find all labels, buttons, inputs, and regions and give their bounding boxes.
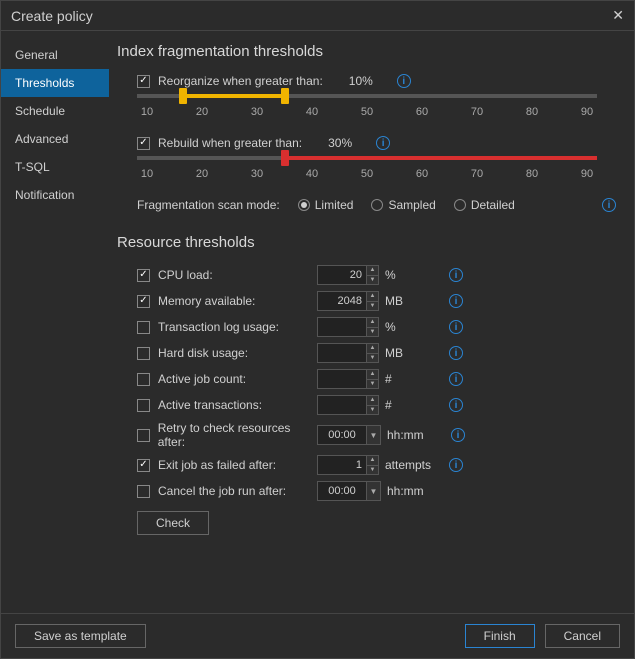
scan-mode-row: Fragmentation scan mode: Limited Sampled… <box>137 198 616 212</box>
trans-input[interactable] <box>317 395 367 415</box>
cancel-button[interactable]: Cancel <box>545 624 620 648</box>
cancel-row: Cancel the job run after: 00:00 ▼ hh:mm <box>117 481 616 501</box>
memory-input[interactable]: 2048 <box>317 291 367 311</box>
chevron-down-icon[interactable]: ▼ <box>367 425 381 445</box>
rebuild-value: 30% <box>328 136 368 150</box>
rebuild-slider[interactable]: 10 20 30 40 50 60 70 80 90 <box>137 156 616 180</box>
reorganize-checkbox[interactable] <box>137 75 150 88</box>
dialog-title: Create policy <box>11 8 93 24</box>
check-button[interactable]: Check <box>137 511 209 535</box>
cpu-input[interactable]: 20 <box>317 265 367 285</box>
titlebar: Create policy ✕ <box>1 1 634 31</box>
sidebar-item-notification[interactable]: Notification <box>1 181 109 209</box>
exit-checkbox[interactable] <box>137 459 150 472</box>
info-icon[interactable] <box>449 294 463 308</box>
resource-section-title: Resource thresholds <box>117 234 616 251</box>
reorganize-value: 10% <box>349 74 389 88</box>
reorganize-label: Reorganize when greater than: <box>158 74 323 88</box>
chevron-down-icon[interactable]: ▼ <box>367 481 381 501</box>
reorganize-handle-low[interactable] <box>179 88 187 104</box>
retry-row: Retry to check resources after: 00:00 ▼ … <box>117 421 616 449</box>
jobs-input[interactable] <box>317 369 367 389</box>
memory-checkbox[interactable] <box>137 295 150 308</box>
retry-input[interactable]: 00:00 <box>317 425 367 445</box>
check-button-row: Check <box>117 511 616 535</box>
content-panel: Index fragmentation thresholds Reorganiz… <box>109 31 634 613</box>
save-template-button[interactable]: Save as template <box>15 624 146 648</box>
exit-row: Exit job as failed after: 1 ▲▼ attempts <box>117 455 616 475</box>
exit-input[interactable]: 1 <box>317 455 367 475</box>
close-icon[interactable]: ✕ <box>612 7 624 24</box>
sidebar-item-tsql[interactable]: T-SQL <box>1 153 109 181</box>
info-icon[interactable] <box>449 268 463 282</box>
info-icon[interactable] <box>449 346 463 360</box>
trans-row: Active transactions: ▲▼ # <box>117 395 616 415</box>
jobs-row: Active job count: ▲▼ # <box>117 369 616 389</box>
trans-checkbox[interactable] <box>137 399 150 412</box>
trans-spinner[interactable]: ▲▼ <box>367 395 379 415</box>
jobs-checkbox[interactable] <box>137 373 150 386</box>
scan-mode-detailed[interactable]: Detailed <box>454 198 515 212</box>
rebuild-checkbox[interactable] <box>137 137 150 150</box>
sidebar-item-general[interactable]: General <box>1 41 109 69</box>
info-icon[interactable] <box>449 398 463 412</box>
sidebar-item-schedule[interactable]: Schedule <box>1 97 109 125</box>
tlog-spinner[interactable]: ▲▼ <box>367 317 379 337</box>
info-icon[interactable] <box>602 198 616 212</box>
rebuild-label: Rebuild when greater than: <box>158 136 302 150</box>
sidebar-item-advanced[interactable]: Advanced <box>1 125 109 153</box>
reorganize-handle-high[interactable] <box>281 88 289 104</box>
memory-spinner[interactable]: ▲▼ <box>367 291 379 311</box>
exit-spinner[interactable]: ▲▼ <box>367 455 379 475</box>
footer: Save as template Finish Cancel <box>1 613 634 658</box>
scan-mode-label: Fragmentation scan mode: <box>137 198 280 212</box>
disk-row: Hard disk usage: ▲▼ MB <box>117 343 616 363</box>
cancel-input[interactable]: 00:00 <box>317 481 367 501</box>
disk-checkbox[interactable] <box>137 347 150 360</box>
info-icon[interactable] <box>449 458 463 472</box>
sidebar: General Thresholds Schedule Advanced T-S… <box>1 31 109 613</box>
jobs-spinner[interactable]: ▲▼ <box>367 369 379 389</box>
reorganize-slider[interactable]: 10 20 30 40 50 60 70 80 90 <box>137 94 616 118</box>
retry-checkbox[interactable] <box>137 429 150 442</box>
dialog-body: General Thresholds Schedule Advanced T-S… <box>1 31 634 613</box>
finish-button[interactable]: Finish <box>465 624 535 648</box>
cpu-row: CPU load: 20 ▲▼ % <box>117 265 616 285</box>
radio-icon <box>454 199 466 211</box>
scan-mode-sampled[interactable]: Sampled <box>371 198 435 212</box>
cpu-spinner[interactable]: ▲▼ <box>367 265 379 285</box>
tlog-checkbox[interactable] <box>137 321 150 334</box>
info-icon[interactable] <box>397 74 411 88</box>
scan-mode-limited[interactable]: Limited <box>298 198 354 212</box>
rebuild-handle[interactable] <box>281 150 289 166</box>
memory-row: Memory available: 2048 ▲▼ MB <box>117 291 616 311</box>
tlog-input[interactable] <box>317 317 367 337</box>
info-icon[interactable] <box>449 372 463 386</box>
slider-ticks: 10 20 30 40 50 60 70 80 90 <box>137 168 597 180</box>
cancel-checkbox[interactable] <box>137 485 150 498</box>
info-icon[interactable] <box>451 428 465 442</box>
sidebar-item-thresholds[interactable]: Thresholds <box>1 69 109 97</box>
cpu-checkbox[interactable] <box>137 269 150 282</box>
rebuild-row: Rebuild when greater than: 30% <box>117 136 616 150</box>
info-icon[interactable] <box>449 320 463 334</box>
frag-section-title: Index fragmentation thresholds <box>117 43 616 60</box>
radio-icon <box>298 199 310 211</box>
info-icon[interactable] <box>376 136 390 150</box>
disk-spinner[interactable]: ▲▼ <box>367 343 379 363</box>
slider-ticks: 10 20 30 40 50 60 70 80 90 <box>137 106 597 118</box>
tlog-row: Transaction log usage: ▲▼ % <box>117 317 616 337</box>
reorganize-row: Reorganize when greater than: 10% <box>117 74 616 88</box>
radio-icon <box>371 199 383 211</box>
disk-input[interactable] <box>317 343 367 363</box>
create-policy-dialog: Create policy ✕ General Thresholds Sched… <box>0 0 635 659</box>
